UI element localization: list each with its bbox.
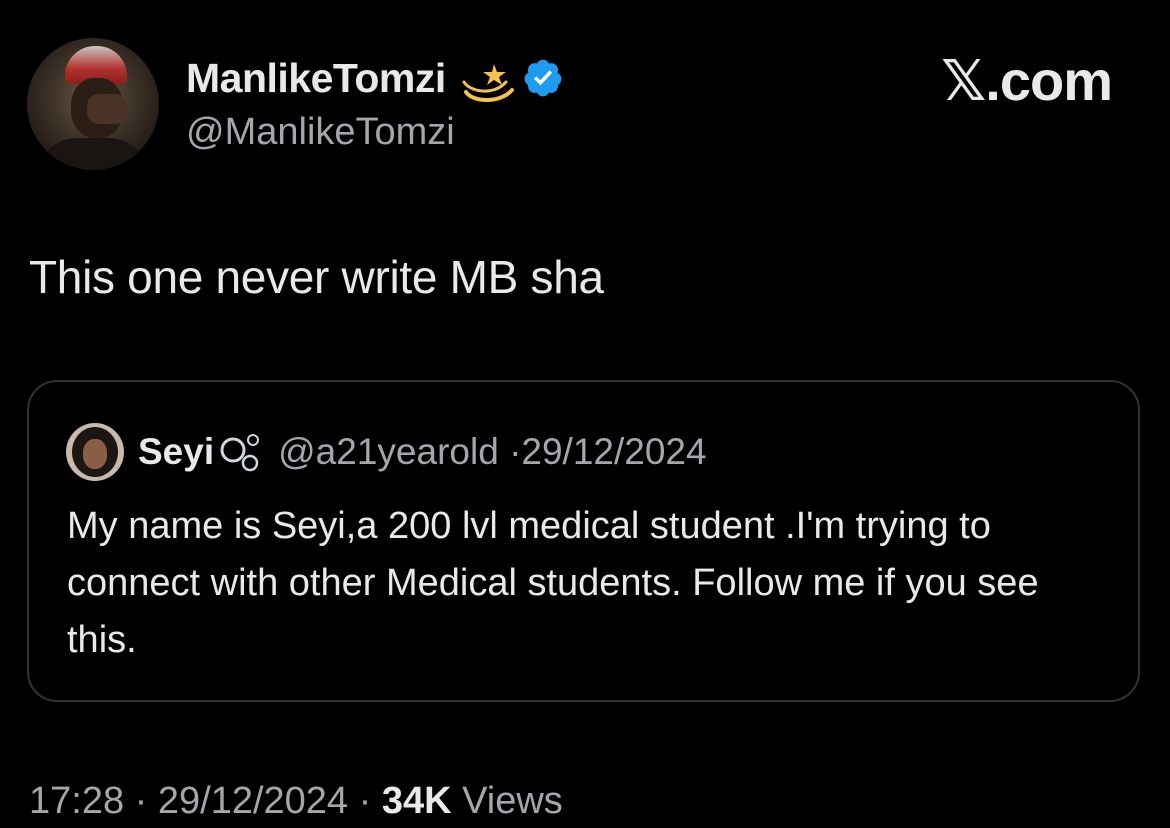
- quoted-avatar-face-shape: [83, 439, 107, 469]
- footer-separator-2: ·: [358, 780, 372, 822]
- quoted-author-name[interactable]: Seyi: [138, 431, 214, 473]
- author-avatar[interactable]: [27, 38, 159, 170]
- tweet-time[interactable]: 17:28: [29, 780, 124, 822]
- tweet-footer-meta: 17:28 · 29/12/2024 · 34K Views: [29, 780, 563, 823]
- quoted-tweet-meta: @a21yearold ·29/12/2024: [278, 431, 706, 473]
- views-count: 34K: [381, 780, 452, 822]
- dizzy-star-icon: [462, 64, 514, 102]
- quoted-tweet-date[interactable]: 29/12/2024: [521, 431, 706, 472]
- quoted-tweet-header: Seyi @a21yearold ·29/12/2024: [66, 423, 707, 481]
- avatar-arm-shape: [87, 94, 127, 124]
- verified-badge-icon: [524, 59, 562, 97]
- author-name-row: ManlikeTomzi: [186, 52, 564, 104]
- bubbles-icon: [220, 434, 260, 472]
- quoted-author-handle[interactable]: @a21yearold: [278, 431, 499, 472]
- quoted-meta-separator: ·: [509, 431, 522, 472]
- author-display-name[interactable]: ManlikeTomzi: [186, 55, 446, 102]
- avatar-shirt-shape: [37, 138, 149, 170]
- author-handle[interactable]: @ManlikeTomzi: [186, 111, 455, 154]
- quoted-tweet-card[interactable]: Seyi @a21yearold ·29/12/2024 My name is …: [27, 380, 1140, 702]
- brand-watermark: 𝕏.com: [941, 49, 1113, 112]
- footer-separator-1: ·: [134, 780, 148, 822]
- tweet-date[interactable]: 29/12/2024: [158, 780, 348, 822]
- views-label: Views: [462, 780, 563, 822]
- tweet-text: This one never write MB sha: [29, 251, 604, 303]
- quoted-author-avatar[interactable]: [66, 423, 124, 481]
- quoted-tweet-text: My name is Seyi,a 200 lvl medical studen…: [67, 505, 1039, 661]
